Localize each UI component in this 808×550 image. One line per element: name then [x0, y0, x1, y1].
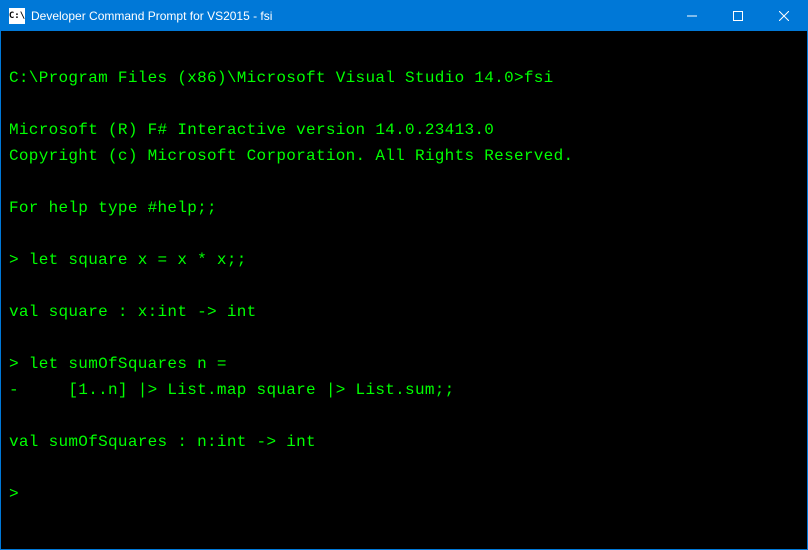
- maximize-button[interactable]: [715, 1, 761, 31]
- terminal-line: val square : x:int -> int: [9, 299, 799, 325]
- terminal-line: [9, 169, 799, 195]
- terminal-line: val sumOfSquares : n:int -> int: [9, 429, 799, 455]
- window-title: Developer Command Prompt for VS2015 - fs…: [31, 9, 669, 23]
- app-icon-label: C:\: [9, 11, 25, 21]
- terminal-line: [9, 91, 799, 117]
- terminal-line: [9, 455, 799, 481]
- terminal-line: [9, 403, 799, 429]
- terminal-line: - [1..n] |> List.map square |> List.sum;…: [9, 377, 799, 403]
- minimize-icon: [687, 11, 697, 21]
- terminal-line: Copyright (c) Microsoft Corporation. All…: [9, 143, 799, 169]
- close-icon: [779, 11, 789, 21]
- terminal-line: [9, 325, 799, 351]
- terminal-line: [9, 39, 799, 65]
- window-titlebar: C:\ Developer Command Prompt for VS2015 …: [1, 1, 807, 31]
- minimize-button[interactable]: [669, 1, 715, 31]
- maximize-icon: [733, 11, 743, 21]
- terminal-output[interactable]: C:\Program Files (x86)\Microsoft Visual …: [1, 31, 807, 515]
- terminal-line: >: [9, 481, 799, 507]
- window-controls: [669, 1, 807, 31]
- terminal-line: For help type #help;;: [9, 195, 799, 221]
- terminal-line: C:\Program Files (x86)\Microsoft Visual …: [9, 65, 799, 91]
- terminal-line: Microsoft (R) F# Interactive version 14.…: [9, 117, 799, 143]
- app-icon: C:\: [9, 8, 25, 24]
- close-button[interactable]: [761, 1, 807, 31]
- terminal-line: > let sumOfSquares n =: [9, 351, 799, 377]
- terminal-line: [9, 273, 799, 299]
- terminal-line: > let square x = x * x;;: [9, 247, 799, 273]
- terminal-line: [9, 221, 799, 247]
